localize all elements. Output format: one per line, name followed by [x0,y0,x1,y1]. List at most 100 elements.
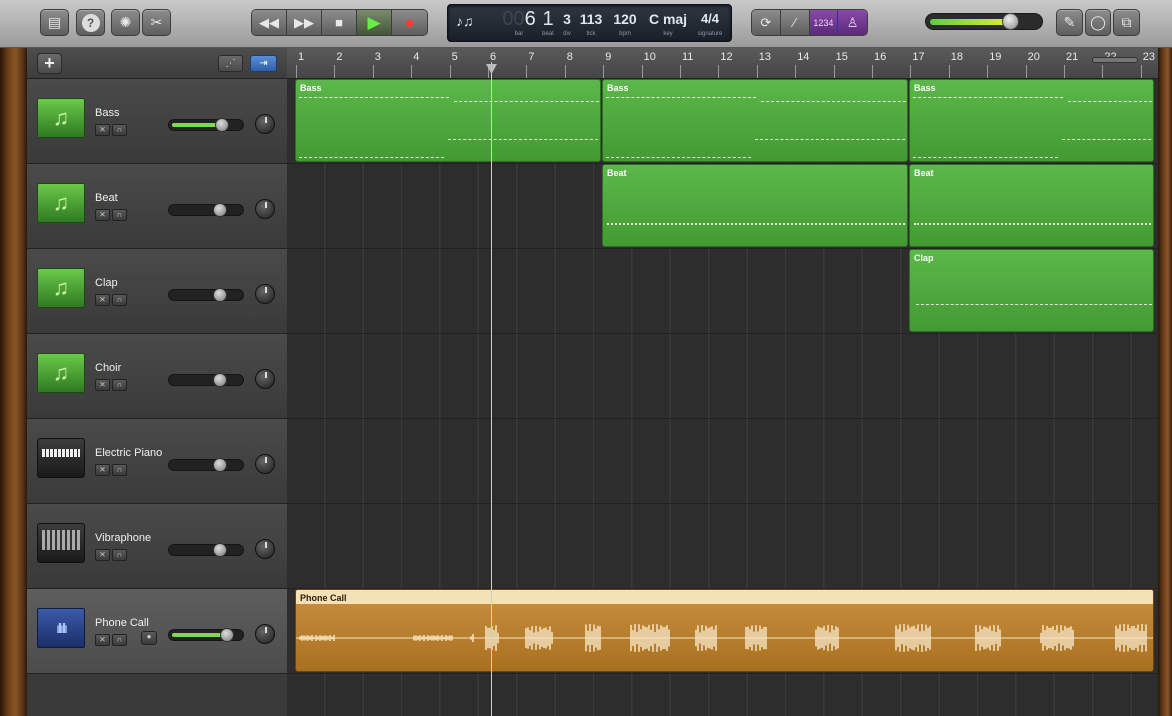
fx-button[interactable]: ✂ [142,9,171,36]
ruler-bar-number: 20 [1027,51,1040,63]
ruler-tick [449,65,451,78]
ruler-tick [1102,65,1104,78]
notepad-button[interactable]: ✎ [1056,9,1083,36]
track-volume-slider[interactable] [168,118,244,132]
midi-note [1068,101,1153,102]
metronome-note-icon: ♪♫ [456,13,474,29]
region-label: Clap [914,253,934,263]
catch-playhead-button[interactable]: ⇥ [250,55,277,72]
solo-button[interactable]: ∩ [112,124,127,136]
track-volume-slider[interactable] [168,543,244,557]
bass-region[interactable]: Bass [295,79,601,162]
master-volume-knob[interactable] [1002,13,1019,30]
pan-knob[interactable] [255,114,275,134]
ruler[interactable]: 1234567891011121314151617181920212223 [287,48,1158,79]
track-volume-knob[interactable] [220,628,234,642]
help-button[interactable]: ? [76,9,105,36]
count-in-button[interactable]: 1234 [809,10,839,35]
pan-knob[interactable] [255,454,275,474]
mute-icon: ⨯ [99,550,106,559]
solo-button[interactable]: ∩ [112,379,127,391]
track-volume-slider[interactable] [168,373,244,387]
add-track-button[interactable]: + [37,53,62,74]
my-songs-button[interactable]: ▤ [40,9,69,36]
headphones-icon: ∩ [116,295,123,304]
play-button[interactable]: ▶ [357,10,392,35]
midi-note [454,101,599,102]
pan-knob[interactable] [255,199,275,219]
ruler-tick [641,65,643,78]
stop-icon: ■ [335,15,343,30]
track-header[interactable]: ♫ Clap ⨯ ∩ [27,249,287,334]
zoom-handle[interactable] [1092,57,1138,63]
metronome-button[interactable]: ♙ [838,10,867,35]
solo-button[interactable]: ∩ [112,294,127,306]
smart-controls-button[interactable]: ✺ [111,9,140,36]
track-name: Phone Call [95,617,149,629]
track-lanes[interactable]: Bass Bass Bass Beat Beat Clap Phone Call [287,79,1158,716]
cycle-icon: ⟳ [760,14,772,30]
mute-button[interactable]: ⨯ [95,379,110,391]
input-monitor-button[interactable]: ● [141,631,157,645]
automation-button[interactable]: ⋰ [218,55,243,72]
ruler-tick [756,65,758,78]
ruler-tick [948,65,950,78]
track-header[interactable]: ıllıllı Phone Call ⨯ ∩ ● [27,589,287,674]
pan-knob[interactable] [255,284,275,304]
track-header[interactable]: ♫ Beat ⨯ ∩ [27,164,287,249]
midi-note [913,157,1058,158]
media-browser-button[interactable]: ⧉ [1113,9,1140,36]
mute-icon: ⨯ [99,210,106,219]
track-header[interactable]: Vibraphone ⨯ ∩ [27,504,287,589]
track-volume-knob[interactable] [213,458,227,472]
track-volume-knob[interactable] [215,118,229,132]
track-volume-slider[interactable] [168,458,244,472]
playhead[interactable] [491,62,492,716]
phone-call-audio-region[interactable]: Phone Call [295,589,1154,672]
stop-button[interactable]: ■ [322,10,357,35]
mute-icon: ⨯ [99,295,106,304]
lcd-display[interactable]: ♪♫ 006 bar 1 beat 3 div 113 tick 120 bpm C m… [447,4,732,42]
clap-region[interactable]: Clap [909,249,1154,332]
fast-forward-button[interactable]: ▶▶ [287,10,322,35]
loop-browser-button[interactable]: ◯ [1085,9,1111,36]
track-volume-knob[interactable] [213,203,227,217]
bass-region[interactable]: Bass [909,79,1154,162]
beat-region[interactable]: Beat [602,164,908,247]
track-header[interactable]: Electric Piano ⨯ ∩ [27,419,287,504]
midi-note [755,139,905,140]
pan-knob[interactable] [255,369,275,389]
rewind-button[interactable]: ◀◀ [252,10,287,35]
mode-controls: ⟳ ⁄ 1234 ♙ [751,9,868,36]
solo-button[interactable]: ∩ [112,634,127,646]
beat-region[interactable]: Beat [909,164,1154,247]
track-area[interactable]: 1234567891011121314151617181920212223 Ba… [287,48,1158,716]
mute-button[interactable]: ⨯ [95,294,110,306]
tuner-button[interactable]: ⁄ [780,10,810,35]
master-volume-slider[interactable] [925,13,1043,30]
track-volume-fill [172,633,227,637]
pan-knob[interactable] [255,624,275,644]
track-volume-knob[interactable] [213,373,227,387]
solo-button[interactable]: ∩ [112,464,127,476]
track-volume-knob[interactable] [213,543,227,557]
record-button[interactable]: ● [392,10,427,35]
mute-button[interactable]: ⨯ [95,634,110,646]
track-volume-slider[interactable] [168,288,244,302]
bass-region[interactable]: Bass [602,79,908,162]
track-header[interactable]: ♫ Choir ⨯ ∩ [27,334,287,419]
solo-button[interactable]: ∩ [112,209,127,221]
cycle-button[interactable]: ⟳ [752,10,781,35]
mute-button[interactable]: ⨯ [95,124,110,136]
mute-button[interactable]: ⨯ [95,209,110,221]
track-header[interactable]: ♫ Bass ⨯ ∩ [27,79,287,164]
ruler-tick [718,65,720,78]
track-volume-slider[interactable] [168,628,244,642]
pan-knob[interactable] [255,539,275,559]
solo-button[interactable]: ∩ [112,549,127,561]
mute-button[interactable]: ⨯ [95,464,110,476]
mute-button[interactable]: ⨯ [95,549,110,561]
track-volume-knob[interactable] [213,288,227,302]
track-name: Clap [95,277,118,289]
track-volume-slider[interactable] [168,203,244,217]
